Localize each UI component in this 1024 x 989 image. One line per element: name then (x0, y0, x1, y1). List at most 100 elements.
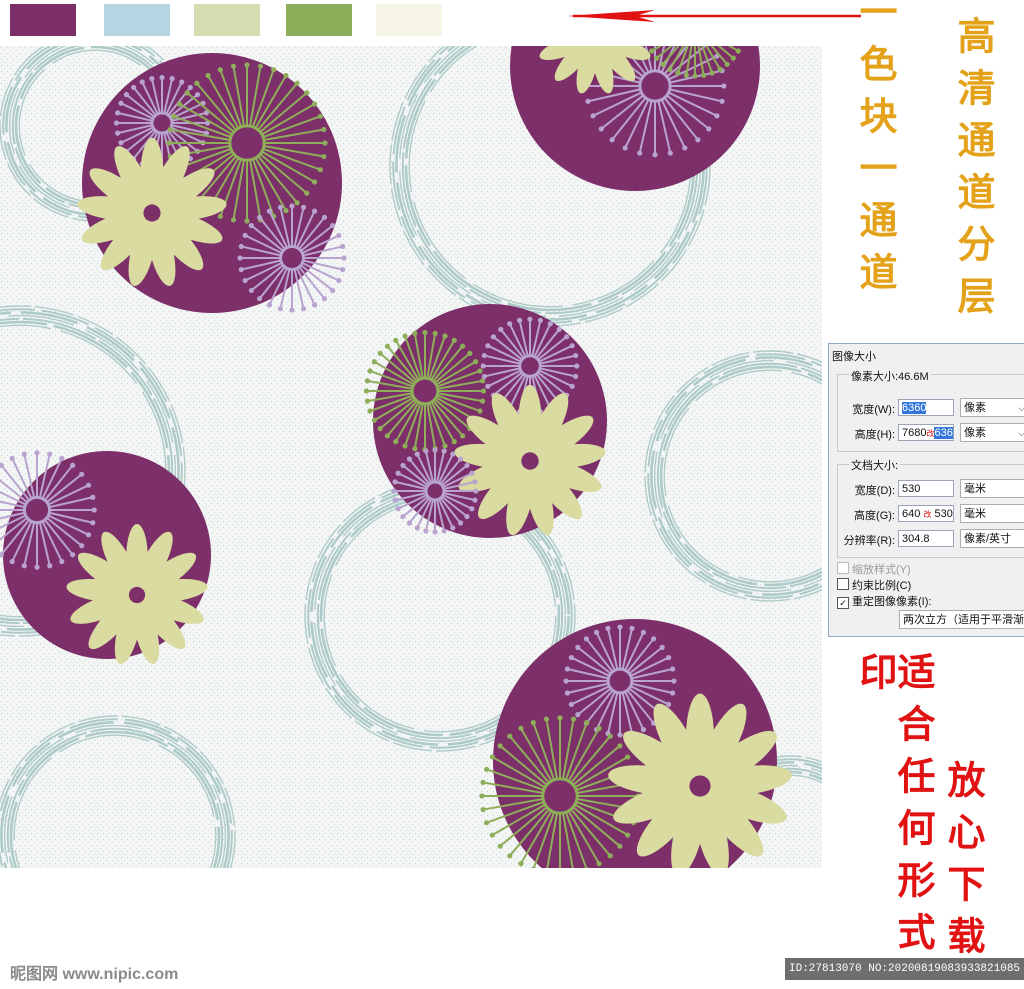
burst-tip (289, 203, 295, 209)
burst-tip (605, 625, 611, 631)
burst-tip (472, 479, 478, 485)
burst-tip (414, 525, 420, 531)
burst-tip (485, 383, 491, 389)
doc-height-value-original: 640 (902, 508, 921, 520)
burst-tip (414, 451, 420, 457)
burst-tip (242, 277, 248, 284)
resolution-input[interactable]: 304.8 (898, 530, 954, 547)
burst-tip (473, 359, 479, 365)
burst-tip (85, 482, 92, 488)
width-unit-select[interactable]: 像素 ⌵ (960, 398, 1024, 417)
burst-tip (230, 63, 237, 69)
height-unit: 像素 (964, 427, 986, 439)
daisy-center (143, 204, 161, 222)
burst-tip (113, 120, 120, 126)
burst-tip (617, 732, 623, 738)
burst-tip (464, 462, 470, 469)
burst-tip (400, 513, 406, 520)
site-watermark: 昵图网 www.nipic.com (10, 966, 179, 983)
burst-tip (460, 433, 466, 439)
color-swatch-green (286, 4, 352, 36)
resample-checkbox[interactable]: ✓ 重定图像像素(I): (837, 593, 931, 609)
burst-tip (683, 72, 689, 78)
doc-width-input[interactable]: 530 (898, 480, 954, 497)
burst-tip (706, 126, 712, 132)
burst-tip (283, 72, 289, 79)
burst-tip (159, 74, 165, 81)
burst-tip (563, 678, 569, 684)
resample-method-select[interactable]: 两次立方（适用于平滑渐变 (899, 610, 1024, 629)
burst-tip (384, 343, 390, 349)
width-input[interactable]: 6360 (898, 399, 954, 416)
burst-tip (266, 208, 273, 214)
burst-tip (651, 636, 657, 642)
burst-tip (617, 743, 623, 749)
burst-tip (257, 63, 264, 69)
checkbox-box (837, 562, 849, 574)
burst-tip (169, 76, 175, 82)
burst-tip (294, 200, 300, 206)
burst-tip (530, 720, 536, 726)
burst-tip (340, 243, 346, 250)
burst-tip (79, 471, 85, 477)
burst-tip (721, 83, 727, 89)
burst-tip (194, 80, 200, 86)
burst-tip (629, 625, 635, 631)
burst-tip (450, 525, 456, 531)
burst-tip (516, 317, 523, 323)
burst-tip (507, 733, 513, 739)
burst-tip (423, 528, 429, 534)
burst-tip (564, 666, 570, 672)
burst-tip (118, 100, 124, 106)
resample-method: 两次立方（适用于平滑渐变 (903, 614, 1024, 626)
burst-tip (423, 448, 429, 454)
burst-tip (659, 644, 665, 650)
doc-height-unit-select[interactable]: 毫米 (960, 504, 1024, 523)
chevron-down-icon: ⌵ (1018, 428, 1024, 438)
edit-mark: 改 (923, 510, 932, 519)
burst-tip (484, 820, 490, 826)
burst-tip (480, 363, 486, 369)
burst-tip (90, 494, 96, 500)
burst-tip (507, 321, 513, 327)
burst-tip (277, 306, 284, 312)
scale-styles-checkbox[interactable]: 缩放样式(Y) (837, 561, 911, 577)
burst-tip (283, 207, 289, 214)
label-fit-any-print: 适合任何形式印 (853, 652, 936, 964)
daisy-center (128, 586, 146, 604)
burst-tip (479, 793, 485, 799)
burst-tip (569, 343, 575, 349)
burst-tip (171, 113, 177, 119)
burst-tip (563, 334, 570, 340)
burst-center (606, 667, 634, 695)
burst-tip (607, 733, 613, 739)
height-input[interactable]: 7680改6360 (898, 424, 954, 441)
burst-tip (671, 678, 677, 684)
dialog-title: 图像大小 (832, 351, 876, 363)
burst-tip (238, 266, 244, 273)
burst-tip (590, 113, 596, 119)
burst-tip (730, 55, 736, 61)
doc-width-value: 530 (902, 483, 921, 495)
burst-tip (205, 72, 211, 79)
burst-tip (497, 843, 503, 849)
burst-tip (489, 754, 495, 760)
burst-tip (507, 853, 513, 859)
burst-tip (490, 334, 497, 340)
height-unit-select[interactable]: 像素 ⌵ (960, 423, 1024, 442)
doc-width-unit-select[interactable]: 毫米 (960, 479, 1024, 498)
burst-tip (518, 725, 524, 731)
resolution-unit-select[interactable]: 像素/英寸 (960, 529, 1024, 548)
burst-tip (139, 79, 145, 85)
doc-height-input[interactable]: 640 改 530 (898, 505, 954, 522)
burst-tip (622, 145, 628, 151)
burst-tip (670, 690, 676, 696)
constrain-proportions-checkbox[interactable]: 约束比例(C) (837, 577, 911, 593)
burst-tip (719, 98, 725, 104)
burst-tip (609, 137, 615, 143)
burst-tip (256, 296, 263, 302)
burst-tip (330, 287, 336, 294)
burst-tip (406, 520, 413, 526)
burst-tip (666, 701, 672, 708)
burst-tip (85, 532, 92, 538)
